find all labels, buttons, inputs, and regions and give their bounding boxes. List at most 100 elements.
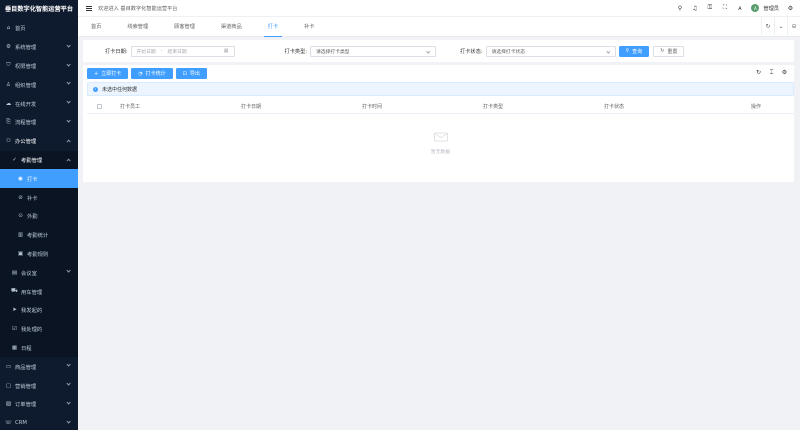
- sidebar-item-attendance[interactable]: ✓ 考勤管理: [0, 150, 78, 170]
- tab-home[interactable]: 首页: [78, 17, 114, 37]
- export-button[interactable]: ⊡ 导出: [175, 68, 207, 79]
- punch-stats-button[interactable]: ◔ 打卡统计: [131, 68, 173, 79]
- column-header-type: 打卡类型: [483, 104, 504, 110]
- fullscreen-icon[interactable]: ⛶: [721, 4, 728, 12]
- empty-state: 暂无数据: [87, 130, 794, 155]
- gear-icon: ⚙: [6, 44, 11, 51]
- punch-now-button[interactable]: + 立即打卡: [87, 68, 129, 79]
- column-header-employee: 打卡员工: [120, 104, 141, 110]
- tab-customers[interactable]: 顾客管理: [161, 17, 208, 37]
- circle-check-icon: ⊘: [18, 194, 23, 201]
- sidebar-item-home[interactable]: ⌂ 首页: [0, 19, 78, 38]
- sidebar-item-label: 打卡: [27, 176, 38, 183]
- sidebar-item-system[interactable]: ⚙ 系统管理: [0, 38, 78, 57]
- sidebar-item-my-handled[interactable]: ☑ 我处理的: [0, 319, 78, 339]
- sidebar-item-orders[interactable]: ▧ 订单管理: [0, 395, 78, 414]
- select-all-checkbox[interactable]: [97, 104, 102, 109]
- lock-icon[interactable]: ⚿: [706, 4, 713, 12]
- table-card: + 立即打卡 ◔ 打卡统计 ⊡ 导出 ↻ ⌶ ⚙ i 未选中任何数据 打卡员工 …: [83, 65, 794, 182]
- selection-alert: i 未选中任何数据: [87, 82, 794, 96]
- reset-button-label: 重置: [667, 48, 678, 55]
- chevron-down-icon[interactable]: ⌄: [774, 16, 787, 37]
- sidebar-item-online-dev[interactable]: ☁ 在线开发: [0, 94, 78, 113]
- inbox-icon: ☑: [12, 326, 17, 333]
- font-size-icon[interactable]: ᴀ: [736, 5, 743, 12]
- date-range-picker[interactable]: 开始日期 - 结束日期 ▦: [130, 45, 235, 57]
- sidebar-item-makeup[interactable]: ⊘ 补卡: [0, 188, 78, 207]
- sidebar-item-label: 外勤: [27, 214, 38, 221]
- bell-icon[interactable]: ♫: [691, 5, 698, 12]
- check-icon: ✓: [12, 156, 17, 163]
- tab-leads[interactable]: 线索管理: [114, 17, 161, 37]
- car-icon: ⛟: [11, 288, 18, 295]
- sidebar-item-org[interactable]: ♙ 组织管理: [0, 75, 78, 94]
- settings-icon[interactable]: ⚙: [781, 69, 788, 77]
- reset-button[interactable]: ↻ 重置: [653, 45, 685, 57]
- hamburger-icon[interactable]: [86, 4, 92, 11]
- sidebar-item-my-initiated[interactable]: ➤ 我发起的: [0, 300, 78, 320]
- start-date-input[interactable]: 开始日期: [137, 48, 156, 55]
- search-icon[interactable]: ⚲: [676, 5, 683, 12]
- sidebar-item-outing[interactable]: ⊙ 外勤: [0, 206, 78, 226]
- sidebar-item-crm[interactable]: ☏ CRM: [0, 414, 78, 430]
- sidebar-item-label: 日程: [21, 345, 32, 352]
- settings-icon[interactable]: ⚙: [787, 5, 794, 12]
- type-select[interactable]: 请选择打卡类型: [310, 45, 436, 57]
- shield-icon: ⛉: [6, 62, 11, 69]
- export-icon: ⊡: [182, 70, 187, 77]
- chart-icon: ◔: [138, 70, 143, 77]
- column-header-time: 打卡时间: [362, 104, 383, 110]
- avatar[interactable]: A: [751, 4, 760, 12]
- sidebar-item-marketing[interactable]: ▢ 营销管理: [0, 376, 78, 395]
- sidebar-item-permission[interactable]: ⛉ 权限管理: [0, 57, 78, 76]
- refresh-icon[interactable]: ↻: [755, 69, 762, 77]
- toolbar: + 立即打卡 ◔ 打卡统计 ⊡ 导出: [87, 68, 207, 79]
- bar-chart-icon: ▥: [17, 232, 24, 239]
- sidebar-item-goods[interactable]: ▭ 商品管理: [0, 357, 78, 376]
- tab-bar: 首页 线索管理 顾客管理 渠道商品 打卡 补卡 ↻ ⌄ ⊝: [78, 16, 800, 37]
- search-button[interactable]: ⚲ 查询: [618, 45, 650, 57]
- sidebar-item-label: 我发起的: [21, 308, 43, 315]
- chevron-down-icon: [426, 49, 431, 53]
- sidebar-item-rules[interactable]: ▣ 考勤规则: [0, 244, 78, 264]
- search-button-label: 查询: [632, 48, 643, 55]
- sidebar-item-label: 用车管理: [21, 289, 43, 296]
- table-tools: ↻ ⌶ ⚙: [755, 69, 788, 77]
- column-header-date: 打卡日期: [241, 104, 262, 110]
- sidebar-item-stats[interactable]: ▥ 考勤统计: [0, 225, 78, 245]
- marketing-icon: ▢: [5, 382, 12, 389]
- sidebar: 垂目数字化智能运营平台 ⌂ 首页 ⚙ 系统管理 ⛉ 权限管理 ♙ 组织管理 ☁ …: [0, 0, 78, 430]
- sidebar-item-punch[interactable]: ◉ 打卡: [0, 169, 78, 189]
- sidebar-item-car[interactable]: ⛟ 用车管理: [0, 282, 78, 301]
- location-icon: ⊙: [18, 213, 23, 220]
- info-icon: i: [93, 86, 98, 92]
- punch-stats-label: 打卡统计: [145, 71, 166, 77]
- flow-icon: ⎘: [6, 118, 11, 125]
- end-date-input[interactable]: 结束日期: [167, 48, 186, 55]
- order-icon: ▧: [5, 401, 12, 408]
- sidebar-item-schedule[interactable]: ▦ 日程: [0, 338, 78, 358]
- more-icon[interactable]: ⊝: [787, 16, 800, 37]
- tab-makeup[interactable]: 补卡: [291, 17, 327, 37]
- sidebar-item-office[interactable]: ⚇ 办公管理: [0, 132, 78, 151]
- column-header-actions: 操作: [751, 104, 762, 110]
- column-height-icon[interactable]: ⌶: [768, 69, 775, 77]
- type-label: 打卡类型:: [284, 48, 308, 55]
- sidebar-item-label: 考勤规则: [27, 251, 49, 258]
- sidebar-item-label: 我处理的: [21, 327, 43, 334]
- tab-punch[interactable]: 打卡: [255, 17, 291, 37]
- sidebar-item-meeting[interactable]: ▤ 会议室: [0, 263, 78, 283]
- sidebar-item-flow[interactable]: ⎘ 流程管理: [0, 113, 78, 132]
- cloud-icon: ☁: [5, 100, 12, 107]
- punch-now-label: 立即打卡: [101, 71, 122, 77]
- tab-channel-goods[interactable]: 渠道商品: [208, 17, 255, 37]
- status-select[interactable]: 请选择打卡状态: [485, 45, 616, 57]
- type-select-placeholder: 请选择打卡类型: [316, 49, 350, 55]
- status-label: 打卡状态:: [460, 48, 483, 55]
- record-icon: ◉: [18, 175, 23, 182]
- user-name[interactable]: 管理员: [763, 5, 779, 12]
- meeting-room-icon: ▤: [11, 269, 18, 276]
- refresh-icon[interactable]: ↻: [761, 16, 774, 37]
- chevron-down-icon: [606, 49, 611, 53]
- data-table: 打卡员工 打卡日期 打卡时间 打卡类型 打卡状态 操作 暂无数据: [87, 100, 794, 155]
